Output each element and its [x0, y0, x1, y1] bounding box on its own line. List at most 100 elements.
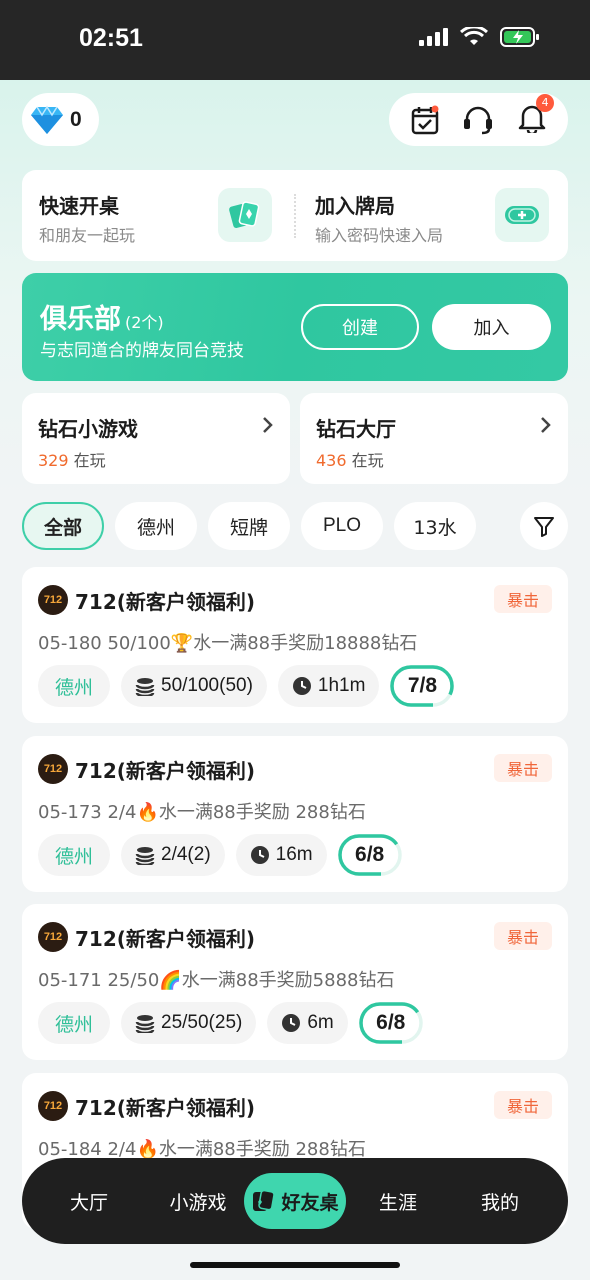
clock-icon [282, 1014, 301, 1032]
cards-icon [253, 1189, 276, 1211]
status-icons [418, 26, 540, 48]
game-type: 德州 [38, 1002, 111, 1044]
top-actions: 4 [389, 93, 568, 146]
diamond-minigames-card[interactable]: 钻石小游戏 329 在玩 [22, 393, 290, 484]
nav-career[interactable]: 生涯 [350, 1158, 446, 1244]
filter-button[interactable] [520, 502, 568, 550]
club-logo: 712 [38, 585, 68, 615]
clock-icon [292, 677, 311, 695]
quick-join-title: 加入牌局 [315, 194, 395, 218]
minigames-count: 329 [38, 451, 69, 470]
minigames-suffix: 在玩 [68, 451, 106, 470]
seat-count: 6/8 [359, 1002, 423, 1044]
blinds: 2/4(2) [121, 834, 225, 876]
filter-plo[interactable]: PLO [301, 502, 383, 550]
club-title-text: 俱乐部 [40, 304, 121, 335]
blinds: 50/100(50) [121, 665, 267, 707]
battery-icon [500, 27, 539, 47]
minigames-players: 329 在玩 [38, 447, 106, 471]
table-description: 05-180 50/100🏆水一满88手奖励18888钻石 [38, 633, 418, 654]
headset-icon[interactable] [462, 105, 494, 135]
quick-open-table[interactable]: 快速开桌 和朋友一起玩 [22, 170, 294, 261]
seat-value: 7/8 [407, 674, 438, 697]
seat-count: 6/8 [337, 834, 402, 876]
nav-lobby[interactable]: 大厅 [22, 1158, 156, 1244]
boost-tag: 暴击 [494, 922, 552, 950]
status-time: 02:51 [79, 24, 143, 52]
club-count: (2个) [125, 313, 164, 332]
table-name: 712(新客户领福利) [75, 759, 256, 783]
filter-holdem[interactable]: 德州 [115, 502, 197, 550]
seat-count: 7/8 [390, 665, 455, 707]
table-card[interactable]: 712 712(新客户领福利) 暴击 05-173 2/4🔥水一满88手奖励 288钻… [22, 736, 568, 892]
table-info-row: 德州 25/50(25) 6m 6/8 [38, 1002, 423, 1044]
diamond-icon [31, 105, 63, 134]
duration: 16m [235, 834, 327, 876]
diamond-count: 0 [70, 107, 82, 131]
duration: 1h1m [277, 665, 380, 707]
boost-tag: 暴击 [494, 1091, 552, 1119]
nav-friend-table-label: 好友桌 [281, 1191, 339, 1214]
diamond-balance[interactable]: 0 [22, 93, 99, 146]
filter-all[interactable]: 全部 [22, 502, 104, 550]
minigames-title: 钻石小游戏 [38, 417, 138, 441]
blinds-value: 25/50(25) [161, 1012, 243, 1033]
boost-tag: 暴击 [494, 585, 552, 613]
status-bar: 02:51 [0, 0, 590, 80]
seat-value: 6/8 [355, 843, 385, 866]
blinds-value: 2/4(2) [161, 844, 211, 865]
bottom-nav: 大厅 小游戏 好友桌 生涯 我的 [22, 1158, 568, 1244]
quick-join-game[interactable]: 加入牌局 输入密码快速入局 [296, 170, 568, 261]
diamond-hall-card[interactable]: 钻石大厅 436 在玩 [300, 393, 568, 484]
duration-value: 16m [275, 844, 313, 865]
chip-stack-icon [135, 1015, 155, 1033]
table-info-row: 德州 2/4(2) 16m 6/8 [38, 834, 402, 876]
clock-icon [250, 846, 269, 864]
table-card[interactable]: 712 712(新客户领福利) 暴击 05-180 50/100🏆水一满88手奖励18… [22, 567, 568, 723]
wifi-icon [460, 27, 488, 45]
quick-join-subtitle: 输入密码快速入局 [315, 226, 444, 245]
duration: 6m [267, 1002, 348, 1044]
nav-minigames[interactable]: 小游戏 [142, 1158, 254, 1244]
table-name: 712(新客户领福利) [75, 590, 256, 614]
game-type: 德州 [38, 665, 111, 707]
table-plus-icon [495, 188, 549, 242]
quick-actions-card: 快速开桌 和朋友一起玩 加入牌局 输入密码快速入局 [22, 170, 568, 261]
filter-short-deck[interactable]: 短牌 [208, 502, 290, 550]
quick-open-subtitle: 和朋友一起玩 [39, 226, 136, 245]
chip-stack-icon [135, 678, 155, 696]
nav-friend-table[interactable]: 好友桌 [244, 1173, 346, 1229]
quick-open-title: 快速开桌 [39, 194, 119, 218]
chevron-right-icon [262, 415, 274, 440]
table-info-row: 德州 50/100(50) 1h1m 7/8 [38, 665, 455, 707]
nav-mine[interactable]: 我的 [452, 1158, 548, 1244]
blinds-value: 50/100(50) [161, 675, 253, 696]
notification-badge: 4 [536, 93, 555, 112]
duration-value: 1h1m [317, 675, 366, 696]
notifications[interactable]: 4 [518, 93, 555, 137]
club-create-button[interactable]: 创建 [301, 304, 419, 350]
chevron-right-icon [540, 415, 552, 440]
duration-value: 6m [307, 1012, 334, 1033]
boost-tag: 暴击 [494, 754, 552, 782]
funnel-icon [534, 517, 554, 537]
club-banner: 俱乐部 (2个) 与志同道合的牌友同台竞技 创建 加入 [22, 273, 568, 381]
hall-players: 436 在玩 [316, 447, 384, 471]
club-logo: 712 [38, 754, 68, 784]
game-filter-bar: 全部 德州 短牌 PLO 13水 [22, 502, 568, 550]
signal-icon [419, 28, 448, 46]
seat-value: 6/8 [376, 1011, 406, 1034]
table-card[interactable]: 712 712(新客户领福利) 暴击 05-171 25/50🌈水一满88手奖励588… [22, 904, 568, 1060]
calendar-check-icon[interactable] [411, 105, 439, 135]
club-join-button[interactable]: 加入 [432, 304, 551, 350]
table-name: 712(新客户领福利) [75, 927, 256, 951]
cards-icon [218, 188, 272, 242]
table-description: 05-171 25/50🌈水一满88手奖励5888钻石 [38, 970, 395, 991]
club-subtitle: 与志同道合的牌友同台竞技 [40, 341, 244, 361]
blinds: 25/50(25) [121, 1002, 257, 1044]
hall-title: 钻石大厅 [316, 417, 396, 441]
chip-stack-icon [135, 847, 155, 865]
hall-count: 436 [316, 451, 347, 470]
hall-suffix: 在玩 [346, 451, 384, 470]
filter-13-water[interactable]: 13水 [394, 502, 476, 550]
